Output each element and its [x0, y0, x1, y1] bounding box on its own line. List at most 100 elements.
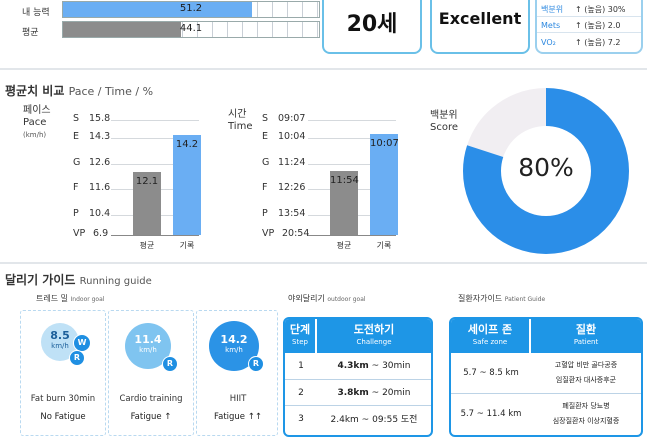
bar-value-label: 14.2 — [175, 138, 199, 150]
top-summary: 내 능력 51.2 평균 44.1 20세 Excellent 백분위 ↑ (높음… — [0, 0, 647, 62]
challenge-time: ~ 20min — [371, 387, 411, 398]
goal-unit: km/h — [225, 346, 243, 354]
bar-category-label: 기록 — [179, 241, 195, 250]
tick-grade: VP — [262, 228, 275, 239]
patient-header-en: Patient — [573, 338, 599, 346]
x-axis — [308, 235, 396, 236]
tick-grade: S — [73, 113, 80, 124]
goal-badge-run: R — [69, 350, 85, 366]
bar-value-label: 12.1 — [135, 175, 159, 187]
guide-title: 달리기 가이드 Running guide — [5, 271, 152, 288]
goal-unit: km/h — [139, 346, 157, 354]
treadmill-title-en: Indoor goal — [70, 296, 105, 303]
tick-grade: E — [262, 131, 269, 142]
tick-grade: S — [262, 113, 269, 124]
pace-axis-label: 페이스 Pace (km/h) — [23, 105, 51, 141]
metric-value: ↑ (높음) 30% — [575, 5, 626, 14]
challenge-header-en: Challenge — [356, 338, 392, 346]
goal-fatigue: Fatigue ↑↑ — [214, 412, 262, 422]
my-ability-bar: 51.2 — [62, 1, 320, 18]
average-value: 44.1 — [179, 23, 203, 34]
goal-name: Cardio training — [119, 394, 183, 404]
step-header-ko: 단계 — [289, 323, 311, 336]
metric-value: ↑ (높음) 2.0 — [575, 21, 621, 30]
step-header-en: Step — [292, 338, 308, 346]
gridline — [308, 120, 396, 121]
metric-key: VO₂ — [541, 38, 556, 47]
comparison-title: 평균치 비교 Pace / Time / % — [5, 82, 153, 99]
my-ability-value: 51.2 — [179, 3, 203, 14]
treadmill-title: 트레드 밀 Indoor goal — [36, 293, 104, 304]
outdoor-title: 야외달리기 outdoor goal — [288, 293, 366, 304]
patient-item: 고혈압 비만 골다공증 — [554, 361, 618, 369]
challenge-time: ~ 30min — [371, 361, 411, 371]
challenge-cell: 2.4km ~ 09:55 도전 — [317, 405, 431, 431]
bar-value-label: 11:54 — [330, 175, 359, 187]
challenge-table: 단계 Step 도전하기 Challenge 1 4.3km ~ 30min 2… — [285, 319, 431, 431]
tick-grade: G — [73, 157, 81, 168]
metrics-card: 백분위 ↑ (높음) 30% Mets ↑ (높음) 2.0 VO₂ ↑ (높음) 7… — [535, 0, 643, 54]
gridline — [111, 120, 199, 121]
bar-average: 11:54 — [330, 171, 359, 235]
challenge-header-row: 단계 Step 도전하기 Challenge — [285, 319, 431, 353]
patient-header-ko: 질환 — [575, 323, 597, 336]
challenge-distance: 2.4km ~ — [330, 415, 370, 425]
percentile-label-en: Score — [430, 122, 459, 133]
tick-value: 15.8 — [89, 113, 111, 124]
challenge-cell: 3.8km ~ 20min — [317, 379, 431, 405]
bar-category-label: 평균 — [336, 241, 352, 250]
goal-badge-run: R — [162, 356, 178, 372]
comparison-title-en: Pace / Time / % — [68, 85, 154, 98]
patient-title-en: Patient Guide — [504, 296, 546, 303]
outdoor-title-ko: 야외달리기 — [288, 294, 325, 303]
patient-cell: 고혈압 비만 골다공증 임질환자 대사증후군 — [531, 353, 641, 393]
average-bar: 44.1 — [62, 21, 320, 38]
grade-value: Excellent — [438, 9, 522, 28]
metric-value: ↑ (높음) 7.2 — [575, 38, 621, 47]
tick-grade: VP — [73, 228, 86, 239]
step-cell: 3 — [285, 405, 317, 431]
time-label-ko: 시간 — [228, 109, 247, 120]
age-card: 20세 — [322, 0, 422, 54]
table-row: 2 3.8km ~ 20min — [285, 379, 431, 405]
metric-vo2: VO₂ ↑ (높음) 7.2 — [541, 37, 641, 48]
tick-value: 11.6 — [89, 182, 111, 193]
safe-zone-table: 세이프 존 Safe zone 질환 Patient 5.7 ~ 8.5 km … — [451, 319, 641, 433]
goal-card-hiit: 14.2 km/h R HIIT Fatigue ↑↑ — [196, 310, 278, 436]
challenge-header: 도전하기 Challenge — [317, 319, 431, 353]
patient-item: 폐질환자 당뇨병 — [562, 401, 610, 410]
percentile-label: 백분위 Score — [430, 110, 458, 134]
goal-fatigue: No Fatigue — [40, 412, 86, 422]
bar-category-label: 평균 — [139, 241, 155, 250]
tick-grade: F — [262, 182, 268, 193]
tick-grade: P — [262, 208, 268, 219]
goal-speed: 11.4 — [134, 333, 162, 346]
challenge-header-ko: 도전하기 — [353, 323, 395, 336]
my-ability-label: 내 능력 — [22, 8, 50, 18]
challenge-distance: 4.3km — [337, 361, 369, 371]
table-row: 1 4.3km ~ 30min — [285, 353, 431, 379]
goal-card-cardio: 11.4 km/h R Cardio training Fatigue ↑ — [108, 310, 194, 436]
step-cell: 1 — [298, 361, 304, 371]
grade-card: Excellent — [430, 0, 530, 54]
patient-item: 임질환자 대사증후군 — [555, 376, 617, 384]
patient-header: 질환 Patient — [531, 319, 641, 353]
tick-value: 12:26 — [278, 182, 306, 193]
safe-zone-cell: 5.7 ~ 11.4 km — [451, 393, 531, 433]
x-axis — [111, 235, 199, 236]
tick-value: 09:07 — [278, 113, 306, 124]
patient-title-ko: 질환자가이드 — [458, 294, 503, 303]
goal-name: Fat burn 30min — [30, 394, 96, 404]
goal-name: HIIT — [229, 394, 247, 404]
outdoor-title-en: outdoor goal — [327, 296, 366, 303]
patient-title: 질환자가이드 Patient Guide — [458, 293, 545, 304]
metric-percentile: 백분위 ↑ (높음) 30% — [541, 4, 641, 15]
metric-key: Mets — [541, 21, 561, 30]
challenge-distance: 3.8km — [337, 387, 369, 398]
pace-label-ko: 페이스 — [23, 105, 51, 116]
section-divider — [0, 68, 647, 70]
tick-value: 12.6 — [89, 157, 111, 168]
goal-badge-run: R — [248, 356, 264, 372]
bar-average: 12.1 — [133, 171, 161, 235]
tick-grade: F — [73, 182, 79, 193]
